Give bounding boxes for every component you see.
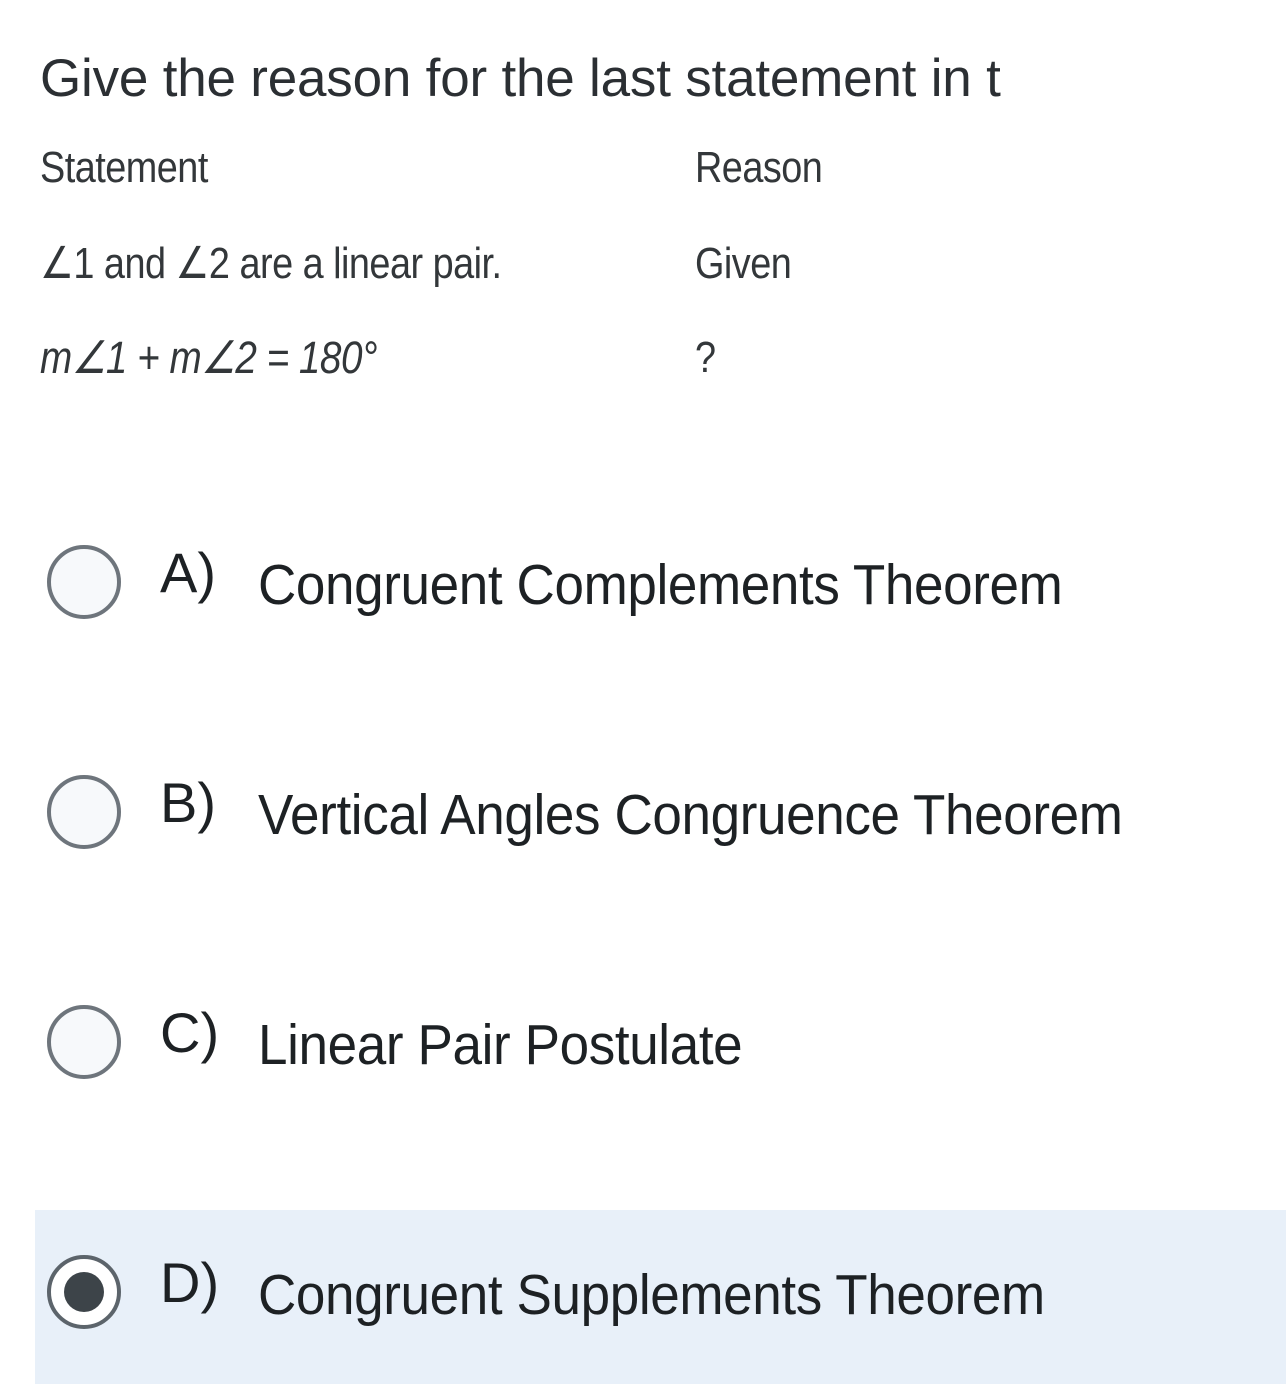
option-label-a: Congruent Complements Theorem <box>258 553 1063 617</box>
proof-table-row: m∠1 + m∠2 = 180° ? <box>40 332 940 388</box>
answer-option-d[interactable]: D) Congruent Supplements Theorem <box>0 1210 1286 1384</box>
question-prompt: Give the reason for the last statement i… <box>40 49 1001 108</box>
radio-button-b[interactable] <box>47 775 121 849</box>
radio-button-c[interactable] <box>47 1005 121 1079</box>
question-page: Give the reason for the last statement i… <box>0 0 1286 1384</box>
radio-dot-c <box>64 1022 104 1062</box>
option-label-d: Congruent Supplements Theorem <box>258 1263 1045 1327</box>
proof-table-header-row: Statement Reason <box>40 142 940 198</box>
option-label-c: Linear Pair Postulate <box>258 1013 743 1077</box>
option-letter-a: A) <box>160 541 216 604</box>
proof-row-statement: m∠1 + m∠2 = 180° <box>40 332 377 383</box>
option-letter-c: C) <box>160 1001 220 1064</box>
radio-button-a[interactable] <box>47 545 121 619</box>
radio-dot-b <box>64 792 104 832</box>
answer-option-a[interactable]: A) Congruent Complements Theorem <box>0 500 1286 674</box>
option-letter-b: B) <box>160 771 216 834</box>
option-label-b: Vertical Angles Congruence Theorem <box>258 783 1123 847</box>
proof-row-reason: Given <box>695 239 792 288</box>
proof-table-row: ∠1 and ∠2 are a linear pair. Given <box>40 238 940 294</box>
proof-row-reason: ? <box>695 333 716 382</box>
proof-table-image: Statement Reason ∠1 and ∠2 are a linear … <box>40 142 940 402</box>
proof-header-reason: Reason <box>695 143 823 192</box>
answer-option-b[interactable]: B) Vertical Angles Congruence Theorem <box>0 730 1286 904</box>
proof-row-statement: ∠1 and ∠2 are a linear pair. <box>40 239 502 288</box>
option-letter-d: D) <box>160 1251 220 1314</box>
radio-dot-a <box>64 562 104 602</box>
proof-header-statement: Statement <box>40 143 208 192</box>
radio-button-d[interactable] <box>47 1255 121 1329</box>
radio-dot-d <box>64 1272 104 1312</box>
answer-option-c[interactable]: C) Linear Pair Postulate <box>0 960 1286 1134</box>
